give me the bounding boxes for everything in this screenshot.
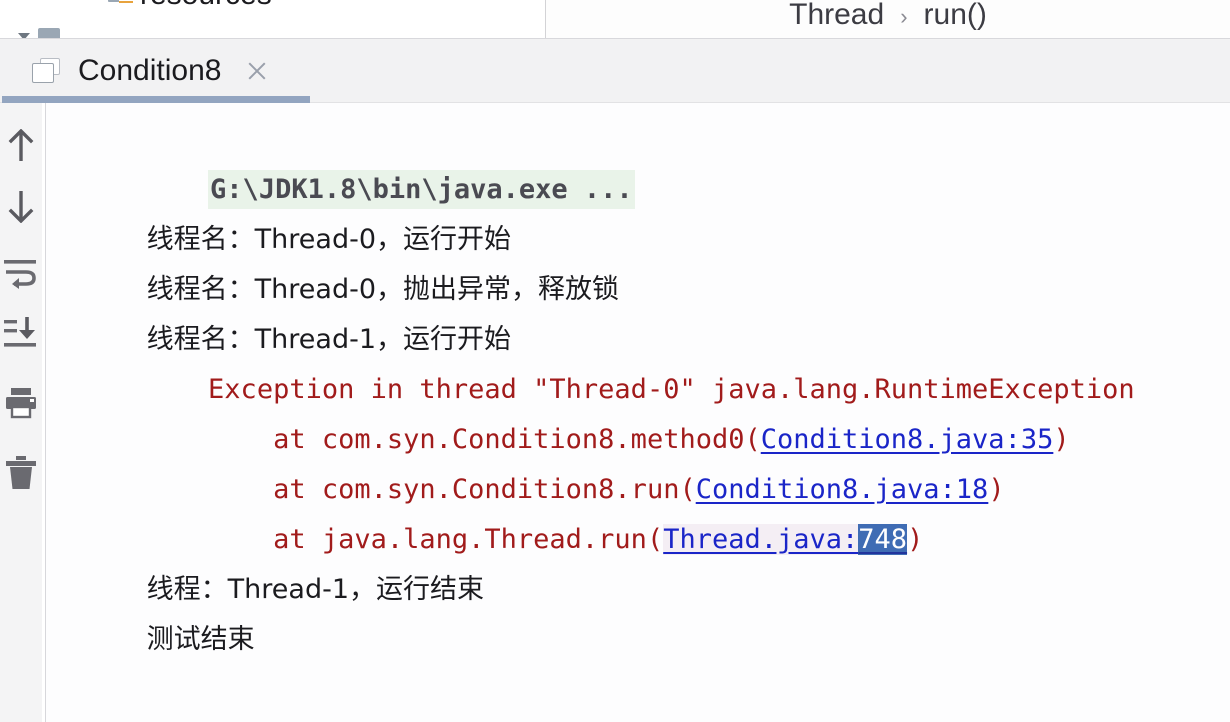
tab-condition8[interactable]: Condition8 <box>2 39 310 102</box>
frame-suffix: ) <box>907 524 924 555</box>
exception-header-text: Exception in thread "Thread-0" java.lang… <box>208 374 1135 405</box>
up-arrow-icon[interactable] <box>0 121 42 171</box>
close-icon[interactable] <box>245 59 269 83</box>
console-line-command: G:\JDK1.8\bin\java.exe ... <box>46 115 1230 209</box>
command-text: G:\JDK1.8\bin\java.exe ... <box>208 170 635 209</box>
breadcrumb-item-run[interactable]: run() <box>924 0 987 31</box>
tab-selection-indicator <box>2 96 310 103</box>
ide-console-window: resources Thread › run() Conditi <box>0 0 1230 722</box>
trash-icon[interactable] <box>0 448 42 498</box>
console-output[interactable]: G:\JDK1.8\bin\java.exe ... 线程名：Thread-0，… <box>46 103 1230 722</box>
tree-item-label: resources <box>140 0 272 10</box>
stacktrace-link[interactable]: Condition8.java:18 <box>696 474 989 505</box>
console-toolbar <box>0 103 42 722</box>
tab-label: Condition8 <box>78 53 222 87</box>
run-configuration-icon <box>32 57 62 84</box>
line-text: 测试结束 <box>146 624 255 655</box>
frame-prefix: at com.syn.Condition8.run( <box>208 474 696 505</box>
frame-prefix: at com.syn.Condition8.method0( <box>208 424 761 455</box>
project-tree-clipped: resources <box>0 0 545 40</box>
line-text: 线程名：Thread-1，运行开始 <box>146 324 512 355</box>
top-strip: resources Thread › run() <box>0 0 1230 40</box>
print-icon[interactable] <box>0 378 42 428</box>
stacktrace-link-selected-line-number[interactable]: 748 <box>858 524 908 555</box>
breadcrumb-item-thread[interactable]: Thread <box>789 0 884 31</box>
frame-suffix: ) <box>988 474 1005 505</box>
frame-prefix: at java.lang.Thread.run( <box>208 524 664 555</box>
stacktrace-link[interactable]: Condition8.java:35 <box>761 424 1054 455</box>
breadcrumb: Thread › run() <box>546 0 1230 38</box>
line-text: 线程：Thread-1，运行结束 <box>146 574 485 605</box>
down-arrow-icon[interactable] <box>0 181 42 231</box>
stacktrace-link[interactable]: Thread.java: <box>663 524 859 555</box>
line-text: 线程名：Thread-0，运行开始 <box>146 224 512 255</box>
soft-wrap-icon[interactable] <box>0 248 42 298</box>
tree-item-resources[interactable]: resources <box>108 0 272 10</box>
scroll-to-end-icon[interactable] <box>0 308 42 358</box>
tab-bar: Condition8 <box>0 39 1230 103</box>
breadcrumb-separator-icon: › <box>900 3 908 29</box>
resources-folder-icon <box>108 0 134 6</box>
line-text: 线程名：Thread-0，抛出异常，释放锁 <box>146 274 619 305</box>
blank-text <box>208 674 224 705</box>
frame-suffix: ) <box>1053 424 1070 455</box>
